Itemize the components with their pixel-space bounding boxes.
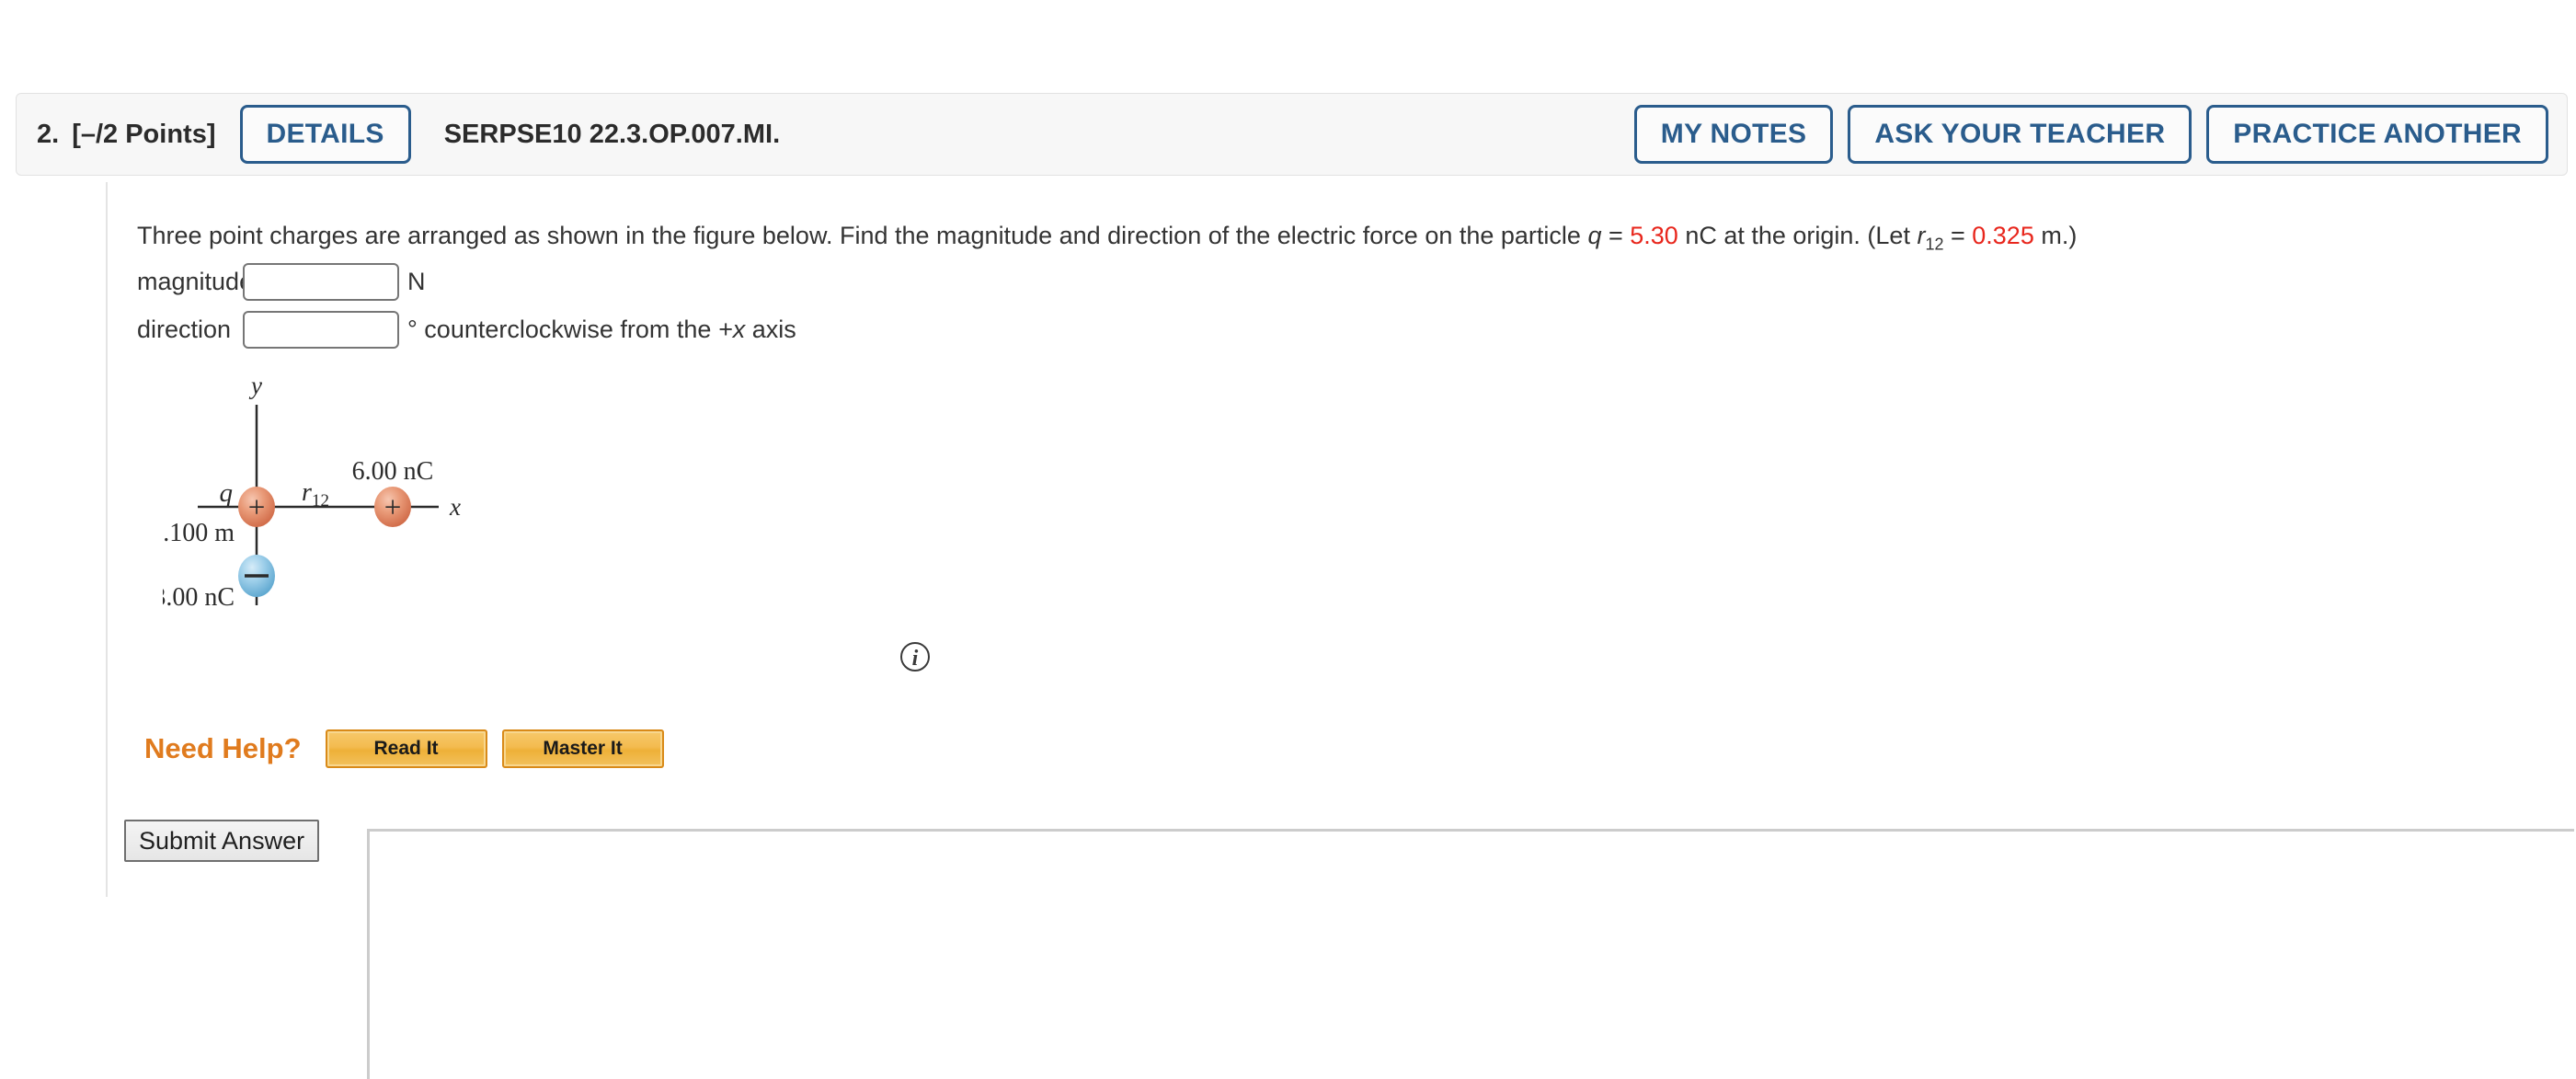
charge-q-label: q [220,478,234,508]
charge-arrangement-figure: y x + q + 6.00 nC r12 0.100 m –3.00 nC [163,375,678,624]
charge-6nc-plus-glyph: + [384,491,402,524]
need-help-section: Need Help? Read It Master It [144,729,679,768]
need-help-label: Need Help? [144,732,302,764]
submit-answer-button[interactable]: Submit Answer [124,820,320,862]
question-number: 2. [37,119,60,149]
direction-unit-axis: +x [717,316,746,343]
question-points: [–/2 Points] [72,119,216,149]
magnitude-input[interactable] [243,263,399,301]
prompt-q-symbol: q [1587,222,1602,249]
direction-input[interactable] [243,311,399,349]
charge-6nc-label: 6.00 nC [352,457,434,486]
magnitude-label: magnitude [137,268,254,295]
submit-results-panel [367,829,2574,1079]
prompt-text-part-2: nC at the origin. (Let [1677,222,1918,249]
direction-label: direction [137,316,232,343]
my-notes-button[interactable]: MY NOTES [1633,105,1834,164]
prompt-equals-2: = [1943,222,1973,249]
direction-unit-tail: axis [745,316,796,343]
charge-q-plus-glyph: + [248,491,266,524]
magnitude-unit: N [407,268,426,295]
figure-info-icon[interactable]: i [899,640,932,673]
prompt-equals-1: = [1601,222,1631,249]
details-button[interactable]: DETAILS [239,105,411,164]
practice-another-button[interactable]: PRACTICE ANOTHER [2206,105,2548,164]
master-it-button[interactable]: Master It [501,729,664,768]
svg-text:i: i [912,647,919,671]
prompt-text-part-1: Three point charges are arranged as show… [137,222,1588,249]
question-code: SERPSE10 22.3.OP.007.MI. [443,119,781,149]
r12-label: r12 [302,478,329,511]
prompt-q-value: 5.30 [1630,222,1678,249]
prompt-r-value: 0.325 [1972,222,2034,249]
x-axis-label: x [449,493,461,521]
y-axis-label: y [248,375,262,399]
answer-row-magnitude: magnitude N [137,263,426,301]
question-prompt: Three point charges are arranged as show… [137,221,2077,255]
question-header-left: 2. [–/2 Points] DETAILS SERPSE10 22.3.OP… [17,105,780,164]
prompt-text-part-3: m.) [2033,222,2078,249]
question-header-bar: 2. [–/2 Points] DETAILS SERPSE10 22.3.OP… [16,93,2568,176]
read-it-button[interactable]: Read It [325,729,487,768]
prompt-r-subscript: 12 [1925,235,1944,254]
ask-your-teacher-button[interactable]: ASK YOUR TEACHER [1848,105,2192,164]
question-body: Three point charges are arranged as show… [106,182,2576,1079]
distance-label: 0.100 m [163,519,235,547]
question-header-right: MY NOTES ASK YOUR TEACHER PRACTICE ANOTH… [1633,105,2567,164]
direction-unit-degrees: ° counterclockwise from the [407,316,718,343]
direction-unit: ° counterclockwise from the +x axis [407,316,796,344]
charge-neg3nc-label: –3.00 nC [163,583,235,612]
answer-row-direction: direction ° counterclockwise from the +x… [137,311,796,349]
